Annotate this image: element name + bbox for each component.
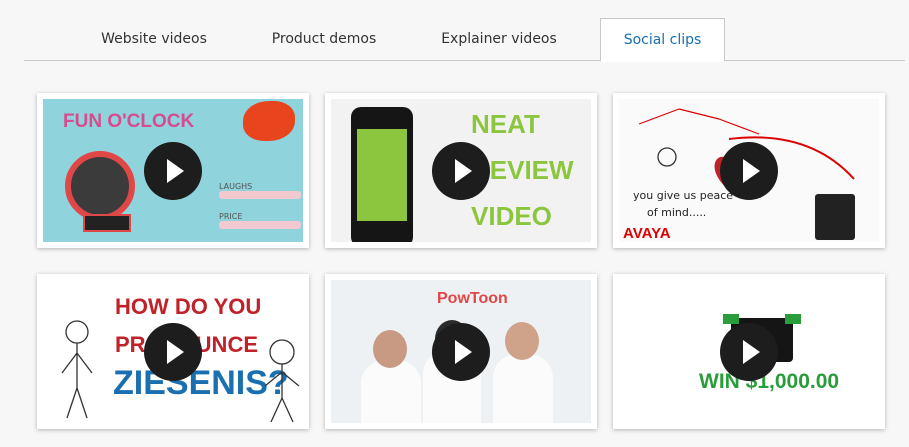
play-icon[interactable] [432, 322, 490, 381]
phone-screen [357, 129, 407, 221]
cartoon-woman [61, 320, 93, 419]
target-clock [65, 151, 135, 221]
cartoon-man [264, 339, 300, 423]
video-card-2[interactable]: NEAT REVIEW VIDEO [325, 93, 597, 248]
tab-explainer-videos[interactable]: Explainer videos [424, 18, 574, 61]
thumb-caption: you give us peace of mind..... [633, 189, 734, 219]
laughs-bar [219, 191, 301, 199]
play-icon[interactable] [144, 322, 202, 381]
video-card-3[interactable]: you give us peace of mind..... AVAYA [613, 93, 885, 248]
tablet-icon [815, 194, 855, 240]
brand-logo: PowToon [437, 290, 508, 307]
alarm-clock [83, 214, 131, 232]
play-icon[interactable] [720, 141, 778, 200]
video-thumbnail: you give us peace of mind..... AVAYA [619, 99, 879, 242]
thumb-title: WIN $1,000.00 [699, 370, 840, 393]
phone-shape [351, 107, 413, 242]
video-thumbnail: FUN O'CLOCK LAUGHS PRICE [43, 99, 303, 242]
thumb-title: FUN O'CLOCK [63, 111, 195, 132]
price-label: PRICE [219, 212, 243, 221]
video-thumbnail: HOW DO YOU PRONOUNCE ZIESENIS? [43, 280, 303, 423]
play-icon[interactable] [144, 141, 202, 200]
price-bar [219, 221, 301, 229]
video-card-1[interactable]: FUN O'CLOCK LAUGHS PRICE [37, 93, 309, 248]
video-card-5[interactable]: PowToon [325, 274, 597, 429]
brand-logo: AVAYA [623, 225, 671, 242]
tab-bar: Website videos Product demos Explainer v… [24, 18, 905, 62]
tab-website-videos[interactable]: Website videos [84, 18, 224, 61]
play-icon[interactable] [720, 322, 778, 381]
play-icon[interactable] [432, 141, 490, 200]
video-thumbnail: WIN $1,000.00 [619, 280, 879, 423]
video-thumbnail: NEAT REVIEW VIDEO [331, 99, 591, 242]
cartoon-face [243, 101, 295, 141]
video-card-6[interactable]: WIN $1,000.00 [613, 274, 885, 429]
laughs-label: LAUGHS [219, 182, 253, 191]
video-card-4[interactable]: HOW DO YOU PRONOUNCE ZIESENIS? [37, 274, 309, 429]
video-thumbnail: PowToon [331, 280, 591, 423]
tab-product-demos[interactable]: Product demos [254, 18, 394, 61]
tab-social-clips[interactable]: Social clips [600, 18, 725, 62]
